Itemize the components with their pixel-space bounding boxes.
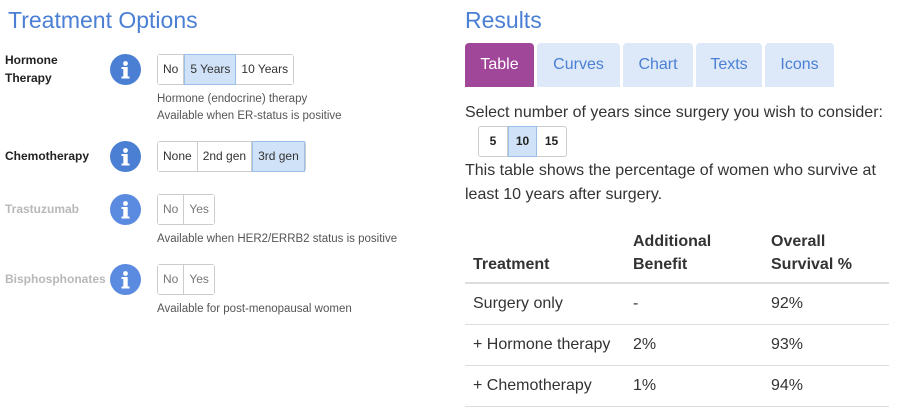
header-treatment: Treatment [465,224,625,284]
chemotherapy-options: None 2nd gen 3rd gen [157,141,306,172]
hormone-therapy-label: Hormone Therapy [5,53,58,85]
results-title: Results [465,7,542,33]
hormone-note-1: Hormone (endocrine) therapy [157,93,308,105]
chemo-option-3rd-gen[interactable]: 3rd gen [252,141,305,172]
cell-benefit: 2% [625,324,763,366]
tab-chart[interactable]: Chart [623,43,693,87]
trastuzumab-note: Available when HER2/ERRB2 status is posi… [157,233,398,245]
table-row: + Chemotherapy 1% 94% [465,365,889,407]
trastuzumab-label: Trastuzumab [5,202,80,216]
header-overall-survival: Overall Survival % [763,224,889,284]
info-icon[interactable] [110,264,141,295]
results-description: This table shows the percentage of women… [465,162,876,203]
cell-survival: 92% [763,283,889,325]
trastuzumab-option-yes[interactable]: Yes [184,195,214,224]
table-row: Surgery only - 92% [465,283,889,325]
chemotherapy-label: Chemotherapy [5,149,90,163]
hormone-therapy-options: No 5 Years 10 Years [157,54,295,85]
treatment-options-title: Treatment Options [8,7,198,33]
tab-curves[interactable]: Curves [537,43,620,87]
trastuzumab-option-no[interactable]: No [158,195,185,224]
cell-treatment: + Chemotherapy [465,365,625,407]
bisphosphonates-label: Bisphosphonates [5,272,106,286]
hormone-note-2: Available when ER-status is positive [157,110,342,122]
years-prompt: Select number of years since surgery you… [465,104,883,121]
cell-benefit: - [625,283,763,325]
bisphosphonates-options: No Yes [157,264,215,295]
info-icon[interactable] [110,54,141,85]
bisphosphonates-note: Available for post-menopausal women [157,303,352,315]
results-panel: Results Table Curves Chart Texts Icons S… [465,0,907,411]
results-tabs: Table Curves Chart Texts Icons [465,43,837,87]
years-selector: 5 10 15 [478,126,567,157]
years-option-10[interactable]: 10 [508,126,537,157]
hormone-option-10-years[interactable]: 10 Years [236,55,294,84]
info-icon[interactable] [110,194,141,225]
trastuzumab-options: No Yes [157,194,215,225]
years-option-5[interactable]: 5 [479,127,508,156]
chemo-option-none[interactable]: None [158,142,198,171]
chemo-option-2nd-gen[interactable]: 2nd gen [197,142,253,171]
tab-icons[interactable]: Icons [765,43,834,87]
results-table: Treatment Additional Benefit Overall Sur… [465,224,889,407]
header-additional-benefit: Additional Benefit [625,224,763,284]
bisphosphonates-option-yes[interactable]: Yes [184,265,214,294]
cell-benefit: 1% [625,365,763,407]
bisphosphonates-option-no[interactable]: No [158,265,185,294]
tab-texts[interactable]: Texts [696,43,762,87]
hormone-option-no[interactable]: No [158,55,185,84]
info-icon[interactable] [110,141,141,172]
cell-treatment: + Hormone therapy [465,324,625,366]
years-option-15[interactable]: 15 [537,127,566,156]
table-header-row: Treatment Additional Benefit Overall Sur… [465,224,889,284]
table-row: + Hormone therapy 2% 93% [465,324,889,366]
cell-survival: 94% [763,365,889,407]
tab-table[interactable]: Table [465,43,534,87]
cell-survival: 93% [763,324,889,366]
cell-treatment: Surgery only [465,283,625,325]
hormone-option-5-years[interactable]: 5 Years [184,54,237,85]
treatment-options-panel: Treatment Options Hormone Therapy No 5 Y… [0,0,440,411]
